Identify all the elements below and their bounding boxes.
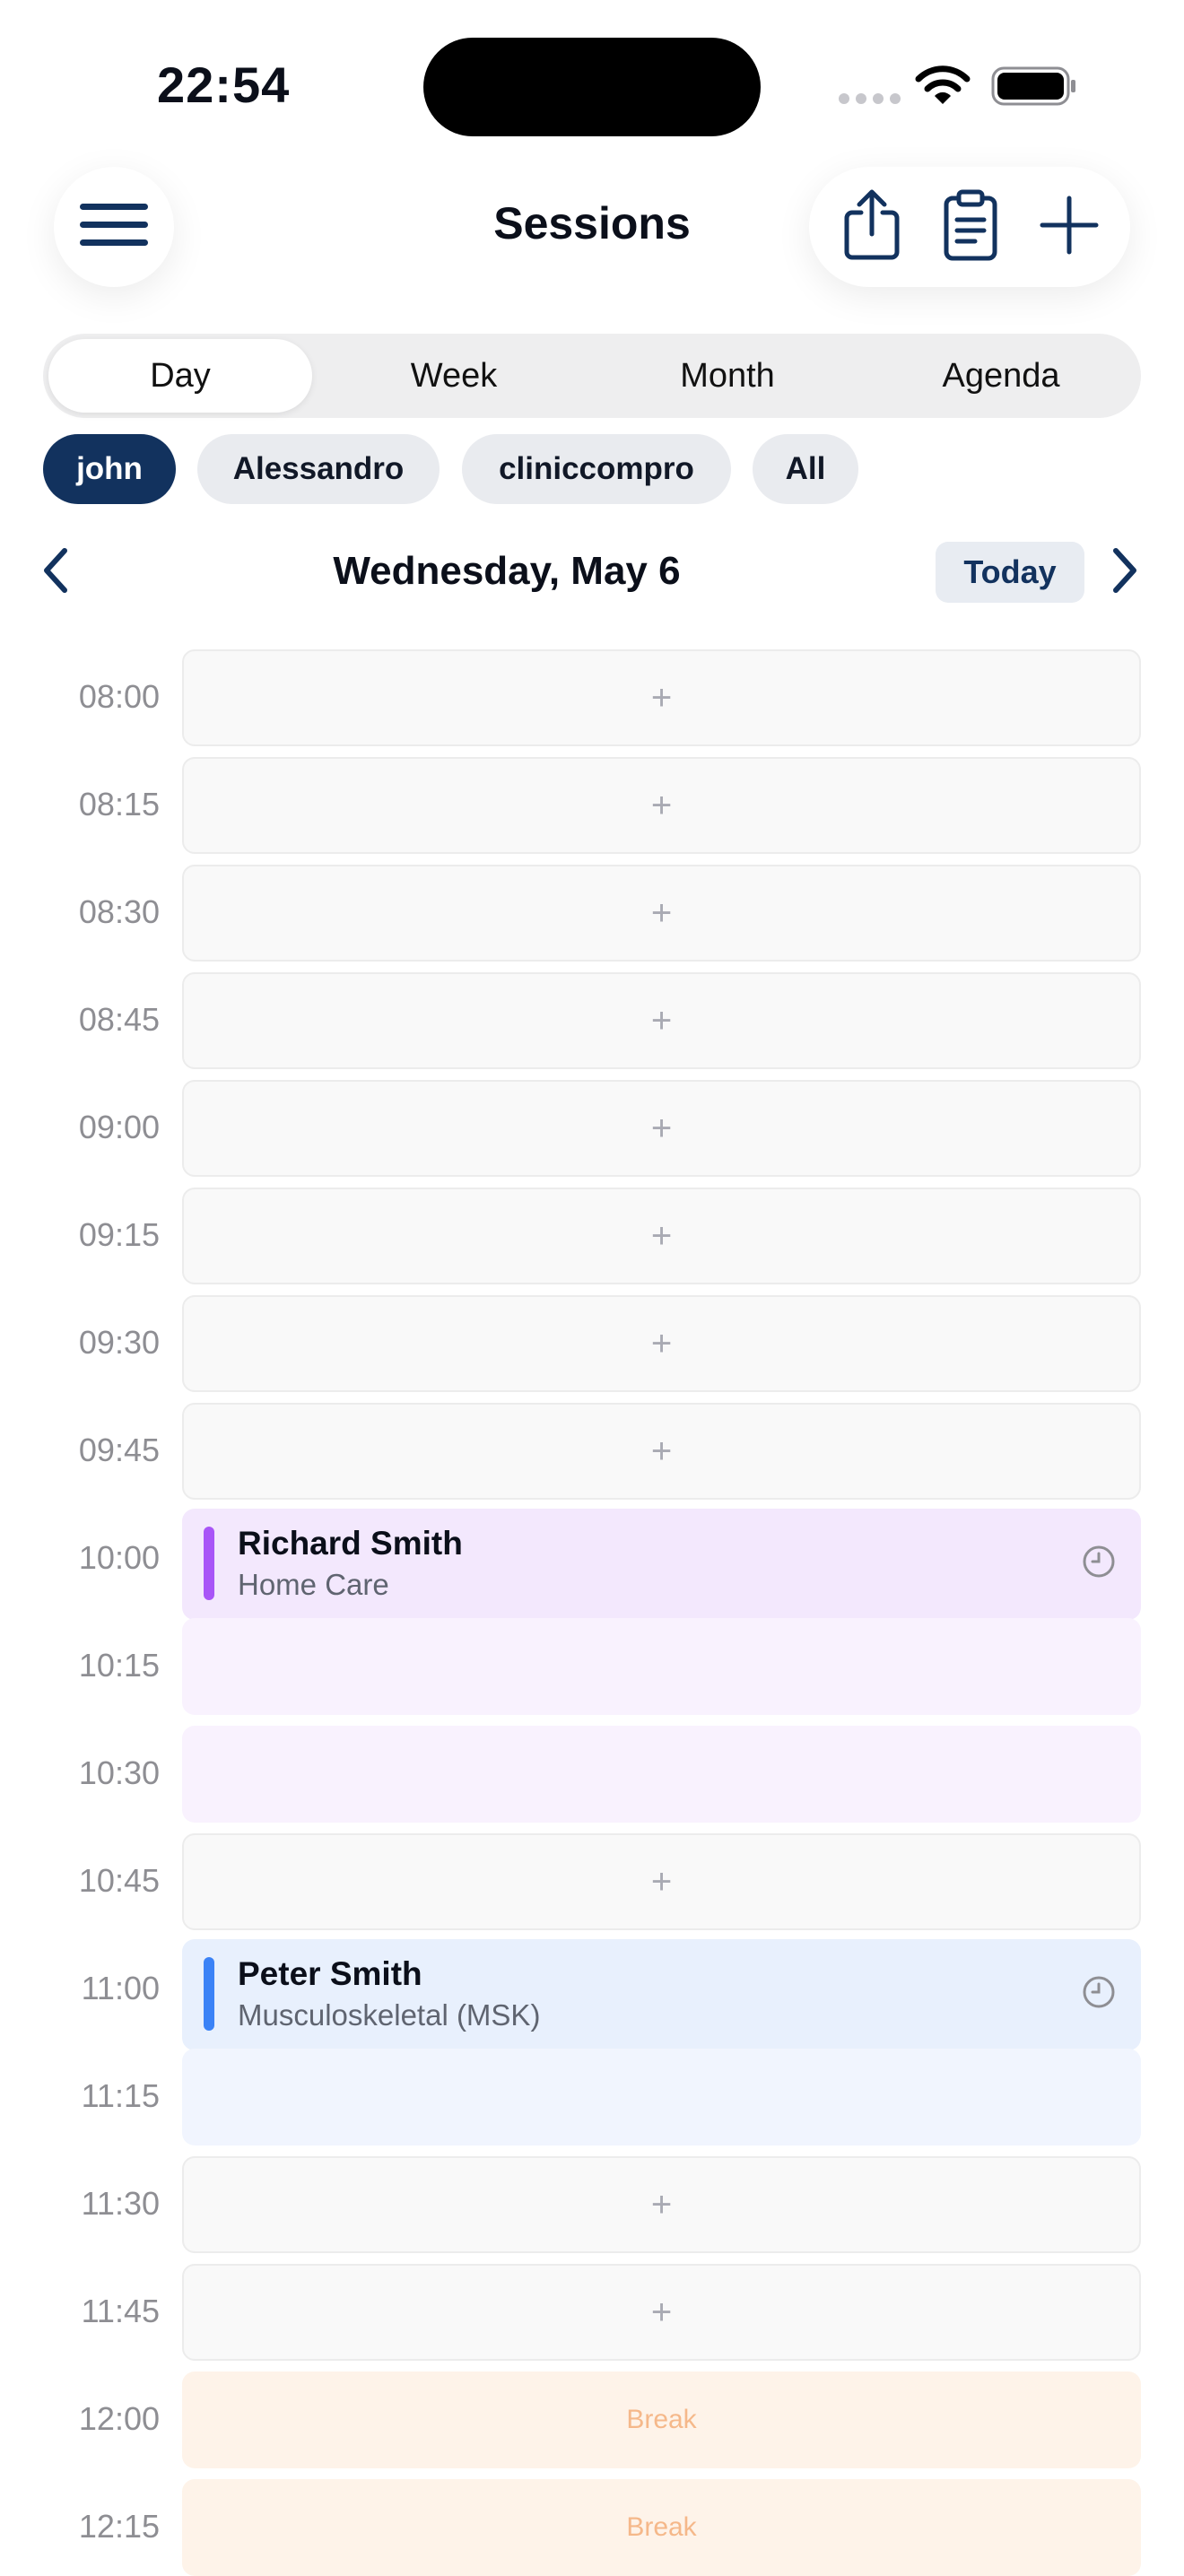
event-session-type: Home Care: [238, 1568, 389, 1601]
time-label: 09:00: [78, 1109, 160, 1145]
empty-time-slot[interactable]: +: [182, 1188, 1141, 1284]
time-label: 10:30: [78, 1754, 160, 1791]
break-label: Break: [626, 2512, 697, 2542]
empty-time-slot[interactable]: +: [182, 2156, 1141, 2253]
break-slot[interactable]: Break: [182, 2371, 1141, 2468]
plus-icon: [1040, 196, 1099, 259]
time-label: 08:30: [78, 893, 160, 930]
battery-icon: [991, 66, 1077, 110]
empty-time-slot[interactable]: +: [182, 1833, 1141, 1930]
event-continuation[interactable]: [182, 1618, 1141, 1715]
previous-day-button[interactable]: [38, 545, 74, 600]
empty-time-slot[interactable]: +: [182, 1080, 1141, 1177]
filter-chip-cliniccompro[interactable]: cliniccompro: [462, 434, 731, 504]
current-date: Wednesday, May 6: [333, 549, 681, 593]
event-continuation[interactable]: [182, 1726, 1141, 1823]
view-switcher: Day Week Month Agenda: [43, 334, 1141, 418]
chevron-right-icon: [1107, 548, 1143, 599]
event-client-name: Richard Smith: [238, 1525, 463, 1562]
clock-icon: [1082, 1975, 1116, 2014]
time-label: 10:45: [78, 1862, 160, 1899]
add-slot-icon: +: [650, 678, 673, 718]
clock-icon: [1082, 1545, 1116, 1583]
dynamic-island: [423, 38, 761, 136]
time-label: 08:15: [78, 786, 160, 822]
event-client-name: Peter Smith: [238, 1955, 422, 1992]
session-event[interactable]: Peter Smith Musculoskeletal (MSK): [182, 1939, 1141, 2050]
add-slot-icon: +: [650, 893, 673, 933]
time-label: 10:15: [78, 1647, 160, 1684]
filter-chip-all[interactable]: All: [753, 434, 858, 504]
time-label: 08:00: [78, 678, 160, 715]
status-time: 22:54: [157, 57, 291, 113]
wifi-icon: [915, 65, 971, 110]
empty-time-slot[interactable]: +: [182, 2264, 1141, 2361]
add-slot-icon: +: [650, 2293, 673, 2332]
next-day-button[interactable]: [1107, 545, 1143, 600]
tab-week[interactable]: Week: [322, 339, 586, 413]
event-continuation[interactable]: [182, 2049, 1141, 2145]
time-label: 10:00: [78, 1539, 160, 1576]
time-label: 12:15: [78, 2508, 160, 2545]
clipboard-icon: [944, 189, 997, 265]
event-color-bar: [204, 1527, 214, 1600]
empty-time-slot[interactable]: +: [182, 865, 1141, 962]
add-slot-icon: +: [650, 1001, 673, 1040]
header-actions: [809, 167, 1130, 287]
empty-time-slot[interactable]: +: [182, 972, 1141, 1069]
clipboard-button[interactable]: [926, 182, 1015, 272]
empty-time-slot[interactable]: +: [182, 1403, 1141, 1500]
tab-month[interactable]: Month: [596, 339, 859, 413]
add-slot-icon: +: [650, 786, 673, 825]
time-label: 09:15: [78, 1216, 160, 1253]
share-button[interactable]: [827, 182, 917, 272]
add-session-button[interactable]: [1024, 182, 1114, 272]
time-label: 09:30: [78, 1324, 160, 1361]
tab-agenda[interactable]: Agenda: [869, 339, 1133, 413]
share-icon: [843, 189, 901, 265]
time-label: 12:00: [78, 2400, 160, 2437]
empty-time-slot[interactable]: +: [182, 757, 1141, 854]
add-slot-icon: +: [650, 1109, 673, 1148]
cellular-signal-icon: [839, 93, 901, 104]
add-slot-icon: +: [650, 1862, 673, 1902]
empty-time-slot[interactable]: +: [182, 1295, 1141, 1392]
time-label: 09:45: [78, 1432, 160, 1468]
add-slot-icon: +: [650, 1324, 673, 1363]
filter-chip-alessandro[interactable]: Alessandro: [197, 434, 440, 504]
time-label: 11:45: [81, 2293, 160, 2329]
add-slot-icon: +: [650, 2185, 673, 2224]
time-label: 08:45: [78, 1001, 160, 1038]
empty-time-slot[interactable]: +: [182, 649, 1141, 746]
time-label: 11:00: [81, 1970, 160, 2006]
filter-chip-john[interactable]: john: [43, 434, 176, 504]
time-label: 11:30: [81, 2185, 160, 2222]
tab-day[interactable]: Day: [48, 339, 312, 413]
add-slot-icon: +: [650, 1216, 673, 1256]
add-slot-icon: +: [650, 1432, 673, 1471]
break-slot[interactable]: Break: [182, 2479, 1141, 2576]
break-label: Break: [626, 2405, 697, 2434]
event-color-bar: [204, 1957, 214, 2031]
session-event[interactable]: Richard Smith Home Care: [182, 1509, 1141, 1620]
today-button[interactable]: Today: [936, 542, 1084, 603]
event-session-type: Musculoskeletal (MSK): [238, 1998, 541, 2032]
time-label: 11:15: [81, 2077, 160, 2114]
chevron-left-icon: [38, 548, 74, 599]
